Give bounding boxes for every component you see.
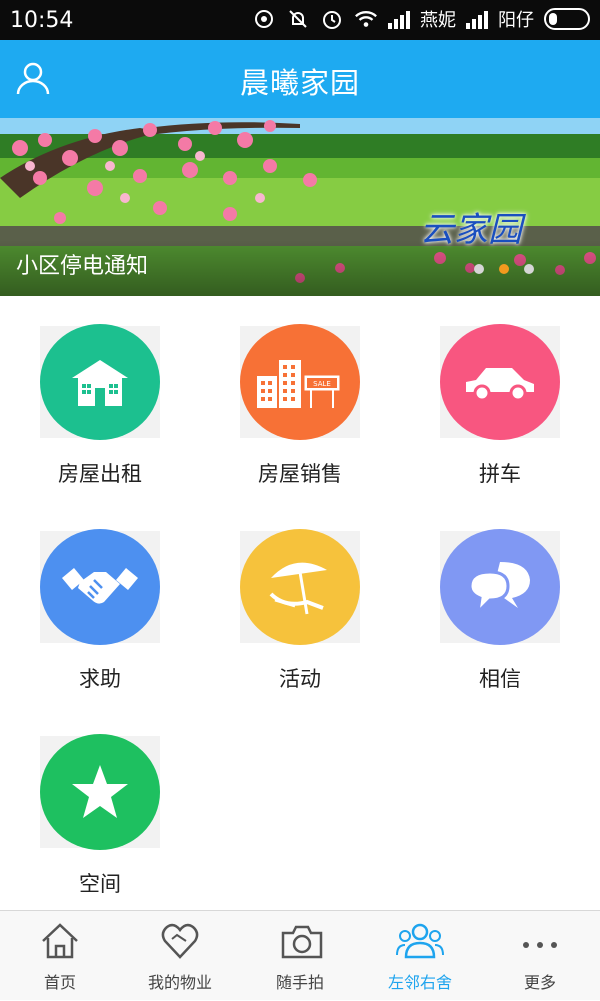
nav-item-snapshot[interactable]: 随手拍 bbox=[240, 911, 360, 1001]
svg-text:SALE: SALE bbox=[313, 380, 331, 388]
nav-item-neighbors[interactable]: 左邻右舍 bbox=[360, 911, 480, 1001]
nav-item-home[interactable]: 首页 bbox=[0, 911, 120, 1001]
grid-item-label: 房屋出租 bbox=[58, 462, 142, 486]
heart-icon bbox=[160, 921, 200, 961]
nav-label: 左邻右舍 bbox=[387, 973, 452, 992]
signal-icon bbox=[466, 9, 488, 29]
grid-item-trust[interactable]: 相信 bbox=[400, 501, 600, 706]
banner-caption[interactable]: 小区停电通知 bbox=[16, 248, 148, 280]
grid-item-help[interactable]: 求助 bbox=[0, 501, 200, 706]
status-time: 10:54 bbox=[10, 8, 74, 33]
grid-item-label: 房屋销售 bbox=[258, 462, 342, 486]
camera-icon bbox=[280, 921, 323, 961]
grid-item-carpool[interactable]: 拼车 bbox=[400, 296, 600, 501]
carousel-dot[interactable] bbox=[474, 264, 484, 274]
beach-umbrella-icon bbox=[240, 529, 360, 645]
carrier-1: 燕妮 bbox=[420, 10, 456, 31]
grid-item-space[interactable]: 空间 bbox=[0, 706, 200, 911]
nav-label: 随手拍 bbox=[275, 973, 324, 992]
signal-icon bbox=[388, 9, 410, 29]
car-icon bbox=[440, 324, 560, 440]
star-icon bbox=[40, 734, 160, 850]
more-icon bbox=[520, 921, 560, 961]
status-bar: 10:54 燕妮 阳仔 bbox=[0, 0, 600, 40]
wifi-icon bbox=[354, 7, 378, 31]
grid-item-label: 空间 bbox=[79, 872, 121, 896]
house-icon bbox=[40, 324, 160, 440]
nav-item-my-property[interactable]: 我的物业 bbox=[120, 911, 240, 1001]
carousel-dot[interactable] bbox=[524, 264, 534, 274]
grid-item-house-rent[interactable]: 房屋出租 bbox=[0, 296, 200, 501]
grid-item-label: 求助 bbox=[79, 667, 121, 691]
nav-label: 我的物业 bbox=[147, 973, 212, 992]
home-icon bbox=[40, 921, 80, 961]
grid-item-house-sale[interactable]: SALE 房屋销售 bbox=[200, 296, 400, 501]
neighbors-icon bbox=[396, 921, 444, 961]
grid-item-label: 相信 bbox=[479, 667, 521, 691]
alarm-icon bbox=[320, 7, 344, 31]
battery-icon bbox=[544, 8, 590, 30]
carrier-2: 阳仔 bbox=[498, 10, 534, 31]
mute-bell-icon bbox=[286, 7, 310, 31]
hotspot-icon bbox=[252, 7, 276, 31]
nav-item-more[interactable]: 更多 bbox=[480, 911, 600, 1001]
grid-item-label: 拼车 bbox=[479, 462, 521, 486]
carousel-dot-active[interactable] bbox=[499, 264, 509, 274]
nav-label: 首页 bbox=[43, 973, 76, 992]
handshake-icon bbox=[40, 529, 160, 645]
banner-carousel[interactable]: 云家园 小区停电通知 bbox=[0, 118, 600, 296]
bottom-nav: 首页 我的物业 随手拍 左邻右舍 更多 bbox=[0, 910, 600, 1000]
grid-item-label: 活动 bbox=[279, 667, 321, 691]
buildings-sale-icon: SALE bbox=[240, 324, 360, 440]
chat-bubbles-icon bbox=[440, 529, 560, 645]
app-header: 晨曦家园 bbox=[0, 40, 600, 118]
page-title: 晨曦家园 bbox=[239, 66, 360, 100]
status-icons: 燕妮 阳仔 bbox=[252, 6, 590, 32]
carousel-dots bbox=[474, 264, 534, 274]
grid-item-activity[interactable]: 活动 bbox=[200, 501, 400, 706]
nav-label: 更多 bbox=[523, 973, 556, 992]
